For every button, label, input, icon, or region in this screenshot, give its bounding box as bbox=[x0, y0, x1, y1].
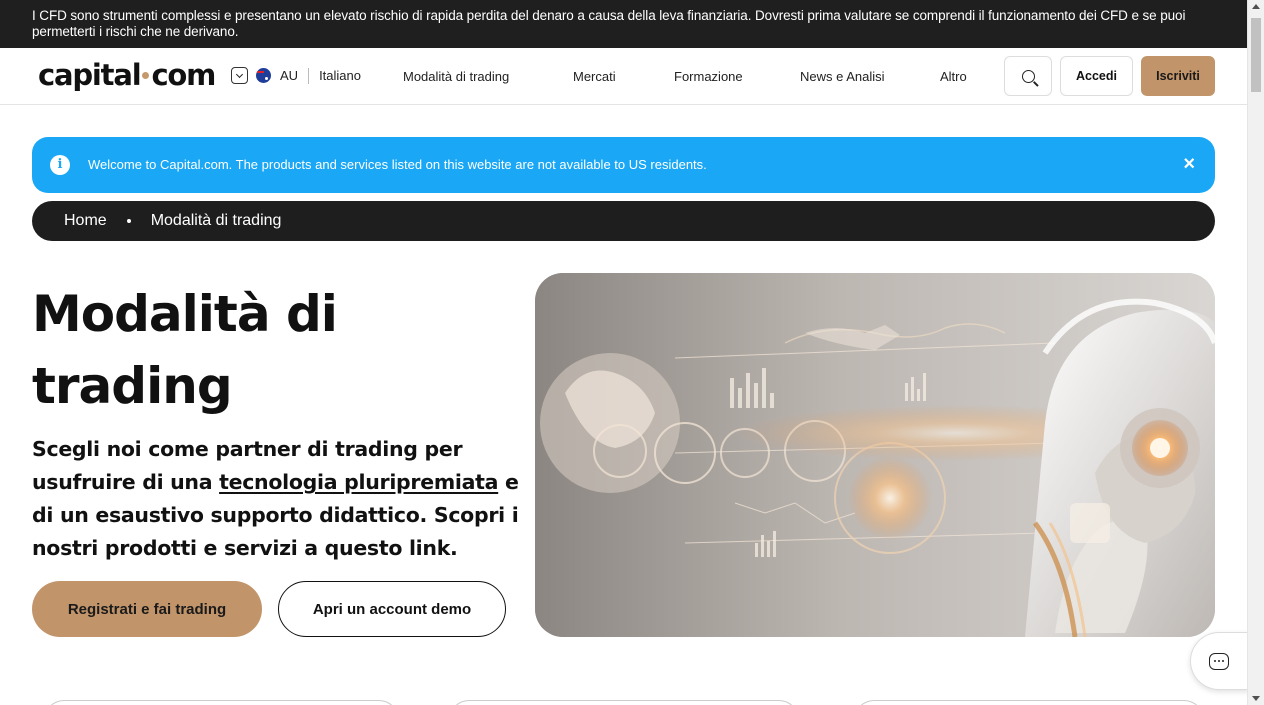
logo-text-left: capital bbox=[38, 58, 142, 92]
open-demo-account-button[interactable]: Apri un account demo bbox=[278, 581, 506, 637]
logo-dot bbox=[142, 71, 150, 79]
hero-ai-robot-image bbox=[535, 273, 1215, 637]
page-scrollbar[interactable] bbox=[1247, 0, 1264, 705]
risk-warning-bar: I CFD sono strumenti complessi e present… bbox=[0, 0, 1247, 48]
language-label[interactable]: Italiano bbox=[319, 68, 361, 83]
search-icon bbox=[1021, 69, 1035, 83]
card-preview-1 bbox=[44, 700, 399, 705]
menu-item-news-analysis[interactable]: News e Analisi bbox=[800, 69, 885, 84]
hero-description: Scegli noi come partner di trading per u… bbox=[32, 433, 520, 565]
region-divider bbox=[308, 67, 310, 84]
menu-item-markets[interactable]: Mercati bbox=[573, 69, 616, 84]
region-code[interactable]: AU bbox=[280, 68, 298, 83]
top-navigation: capital com AU Italiano Modalità di tradi… bbox=[0, 48, 1247, 105]
capital-com-logo[interactable]: capital com bbox=[38, 58, 216, 92]
close-icon[interactable]: × bbox=[1183, 151, 1195, 177]
chevron-down-icon[interactable] bbox=[231, 67, 248, 84]
region-language-selector[interactable]: AU Italiano bbox=[231, 67, 361, 84]
login-button[interactable]: Accedi bbox=[1060, 56, 1133, 96]
breadcrumb-separator bbox=[126, 219, 131, 223]
menu-item-education[interactable]: Formazione bbox=[674, 69, 743, 84]
info-banner: i Welcome to Capital.com. The products a… bbox=[32, 137, 1215, 193]
risk-warning-text: I CFD sono strumenti complessi e present… bbox=[32, 8, 1186, 39]
chat-icon bbox=[1208, 652, 1229, 670]
logo-text-right: com bbox=[151, 58, 216, 92]
card-preview-2 bbox=[449, 700, 799, 705]
breadcrumb: Home Modalità di trading bbox=[32, 201, 1215, 241]
breadcrumb-current: Modalità di trading bbox=[150, 212, 282, 229]
scroll-down-arrow-icon[interactable] bbox=[1252, 696, 1260, 701]
menu-item-trading-modes[interactable]: Modalità di trading bbox=[403, 69, 509, 84]
search-button[interactable] bbox=[1004, 56, 1052, 96]
info-banner-message: Welcome to Capital.com. The products and… bbox=[88, 157, 707, 172]
award-winning-technology-link[interactable]: tecnologia pluripremiata bbox=[219, 470, 498, 494]
breadcrumb-home[interactable]: Home bbox=[64, 212, 107, 230]
register-and-trade-button[interactable]: Registrati e fai trading bbox=[32, 581, 262, 637]
chat-support-button[interactable] bbox=[1190, 632, 1250, 690]
hero-illustration bbox=[535, 273, 1215, 637]
menu-item-more[interactable]: Altro bbox=[940, 69, 967, 84]
card-preview-3 bbox=[854, 700, 1204, 705]
signup-button[interactable]: Iscriviti bbox=[1141, 56, 1215, 96]
scroll-up-arrow-icon[interactable] bbox=[1252, 4, 1260, 9]
australia-flag-icon bbox=[256, 68, 271, 83]
page-title: Modalità di trading bbox=[32, 285, 338, 415]
scrollbar-thumb[interactable] bbox=[1251, 18, 1261, 92]
info-icon: i bbox=[50, 155, 70, 175]
